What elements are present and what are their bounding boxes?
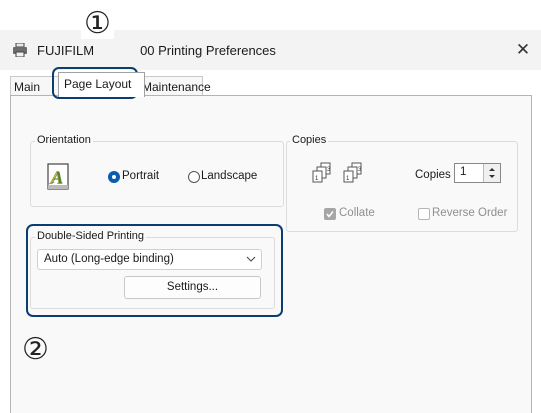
callout-highlight-double-sided bbox=[26, 224, 283, 317]
spin-arrows-icon bbox=[489, 168, 495, 178]
orientation-group-label: Orientation bbox=[35, 134, 93, 146]
copies-group-label: Copies bbox=[290, 134, 329, 146]
copies-field-label: Copies bbox=[415, 169, 451, 181]
close-button[interactable]: ✕ bbox=[512, 40, 534, 60]
copies-stepper[interactable]: 1 bbox=[454, 163, 501, 183]
callout-number-2: ② bbox=[22, 333, 49, 366]
copies-spin-buttons[interactable] bbox=[483, 164, 500, 182]
check-icon bbox=[326, 211, 334, 218]
printer-icon bbox=[13, 43, 27, 57]
portrait-radio[interactable] bbox=[108, 171, 120, 183]
portrait-label: Portrait bbox=[122, 170, 160, 182]
window-title: FUJIFILM 00 Printing Preferences bbox=[37, 43, 276, 58]
close-icon: ✕ bbox=[515, 40, 531, 59]
reverse-order-checkbox[interactable] bbox=[418, 208, 430, 220]
collated-pages-icon-2: 1 3 bbox=[343, 162, 362, 183]
landscape-radio[interactable] bbox=[188, 171, 200, 183]
collated-pages-icon: 1 3 bbox=[312, 162, 331, 183]
reverse-order-label: Reverse Order bbox=[432, 207, 508, 219]
collate-label: Collate bbox=[339, 207, 375, 219]
callout-number-1: ① bbox=[81, 9, 114, 39]
portrait-a-icon: A A bbox=[47, 163, 69, 190]
collate-checkbox[interactable] bbox=[324, 208, 336, 220]
tab-page-layout[interactable]: Page Layout bbox=[58, 72, 145, 97]
svg-text:A: A bbox=[51, 168, 63, 187]
copies-value: 1 bbox=[460, 166, 467, 178]
landscape-label: Landscape bbox=[201, 170, 258, 182]
